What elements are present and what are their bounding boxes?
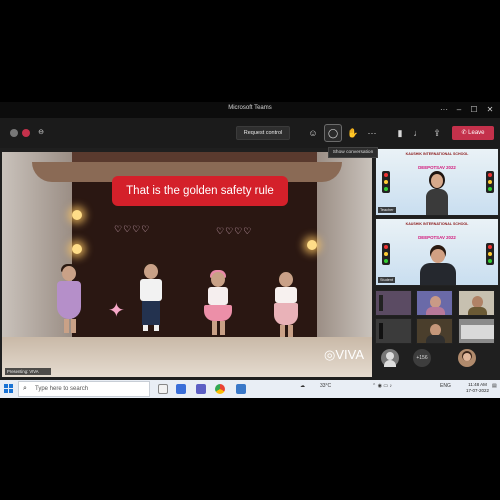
weather-text: 33°C xyxy=(320,383,332,389)
traffic-light-icon xyxy=(486,171,494,193)
app-icon[interactable] xyxy=(236,384,246,394)
chrome-icon[interactable] xyxy=(215,384,225,394)
taskbar-search-input[interactable]: ⌕ Type here to search xyxy=(18,381,150,397)
stage-light xyxy=(307,240,317,250)
participant-video xyxy=(426,171,448,215)
participant-tile[interactable]: KAUSHIK INTERNATIONAL SCHOOL DEEPOTSAV 2… xyxy=(375,148,499,216)
system-clock[interactable]: 11:48 AM 17-07-2022 xyxy=(466,382,489,394)
window-title: Microsoft Teams xyxy=(228,105,272,111)
chat-tooltip: Show conversation xyxy=(328,147,378,158)
camera-icon[interactable]: ▮ xyxy=(394,125,406,141)
participant-tile[interactable] xyxy=(458,290,495,316)
reactions-icon[interactable]: ✋ xyxy=(346,125,360,141)
search-icon: ⌕ xyxy=(23,385,27,392)
participant-avatar[interactable] xyxy=(381,349,399,367)
notifications-icon[interactable]: ▤ xyxy=(492,383,497,389)
network-icon[interactable]: ⌃ ◉ ▭ ♪ xyxy=(372,383,392,389)
participant-video xyxy=(418,245,458,285)
maximize-icon[interactable]: ☐ xyxy=(468,104,480,116)
participant-avatar[interactable] xyxy=(458,349,476,367)
video-caption: That is the golden safety rule xyxy=(112,176,288,206)
edge-icon[interactable] xyxy=(176,384,186,394)
task-view-icon[interactable] xyxy=(158,384,168,394)
participant-tile[interactable] xyxy=(416,318,453,344)
teams-icon[interactable] xyxy=(196,384,206,394)
sparkle-decoration: ✦ xyxy=(108,300,125,322)
close-icon[interactable]: ✕ xyxy=(484,104,496,116)
traffic-light-icon xyxy=(382,243,390,265)
participant-tile[interactable] xyxy=(416,290,453,316)
more-actions-icon[interactable]: ··· xyxy=(364,125,380,141)
weather-icon[interactable]: ☁ xyxy=(300,383,305,389)
participant-tile[interactable] xyxy=(375,290,412,316)
share-icon[interactable]: ⇪ xyxy=(430,125,444,141)
traffic-light-icon xyxy=(486,243,494,265)
participant-name: Student xyxy=(378,277,396,283)
stage-light xyxy=(72,210,82,220)
windows-taskbar: ⌕ Type here to search ☁ 33°C ⌃ ◉ ▭ ♪ ENG… xyxy=(0,380,500,398)
chat-icon[interactable]: ◯ xyxy=(324,124,342,142)
more-options-icon[interactable]: ··· xyxy=(438,104,450,116)
school-name: KAUSHIK INTERNATIONAL SCHOOL xyxy=(405,222,469,226)
more-participants-badge[interactable]: +156 xyxy=(413,349,431,367)
request-control-button[interactable]: Request control xyxy=(236,126,290,140)
viva-watermark: ◎VIVA xyxy=(323,347,364,362)
heart-decoration: ♡♡♡♡ xyxy=(114,224,151,234)
leave-label: Leave xyxy=(468,130,485,136)
school-name: KAUSHIK INTERNATIONAL SCHOOL xyxy=(405,152,469,156)
clock-date: 17-07-2022 xyxy=(466,388,490,393)
minimize-icon[interactable]: – xyxy=(453,104,465,116)
participant-tile[interactable]: KAUSHIK INTERNATIONAL SCHOOL DEEPOTSAV 2… xyxy=(375,218,499,286)
stage-light xyxy=(72,244,82,254)
watermark-text: VIVA xyxy=(335,347,364,362)
windows-start-icon[interactable] xyxy=(4,384,14,394)
teams-window: Microsoft Teams ··· – ☐ ✕ ⊖ Request cont… xyxy=(0,102,500,398)
leave-button[interactable]: ✆ Leave xyxy=(452,126,494,140)
event-name: DEEPOTSAV 2022 xyxy=(418,165,456,170)
participant-name: Teacher xyxy=(378,207,396,213)
main-video-stage: ♡♡♡♡ ♡♡♡♡ That is the golden safety rule… xyxy=(2,152,372,377)
mic-icon[interactable]: ♩ xyxy=(412,125,424,141)
presenter-name-tag: Presenting: VIVA xyxy=(5,368,51,375)
stage-floor xyxy=(2,337,372,377)
participant-tile[interactable] xyxy=(375,318,412,344)
meeting-toolbar: ⊖ Request control ☺ ◯ ✋ ··· ▮ ♩ ⇪ ✆ Leav… xyxy=(0,118,500,148)
heart-decoration: ♡♡♡♡ xyxy=(216,226,253,236)
people-icon[interactable]: ☺ xyxy=(306,125,320,141)
recording-dot-icon xyxy=(22,129,30,137)
traffic-light-icon xyxy=(382,171,390,193)
status-dot-icon xyxy=(10,129,18,137)
title-bar: Microsoft Teams ··· – ☐ ✕ xyxy=(0,102,500,118)
event-name: DEEPOTSAV 2022 xyxy=(418,235,456,240)
participant-tile[interactable] xyxy=(458,318,495,344)
language-indicator[interactable]: ENG xyxy=(440,383,451,389)
search-placeholder: Type here to search xyxy=(35,386,89,392)
info-icon[interactable]: ⊖ xyxy=(36,125,46,141)
